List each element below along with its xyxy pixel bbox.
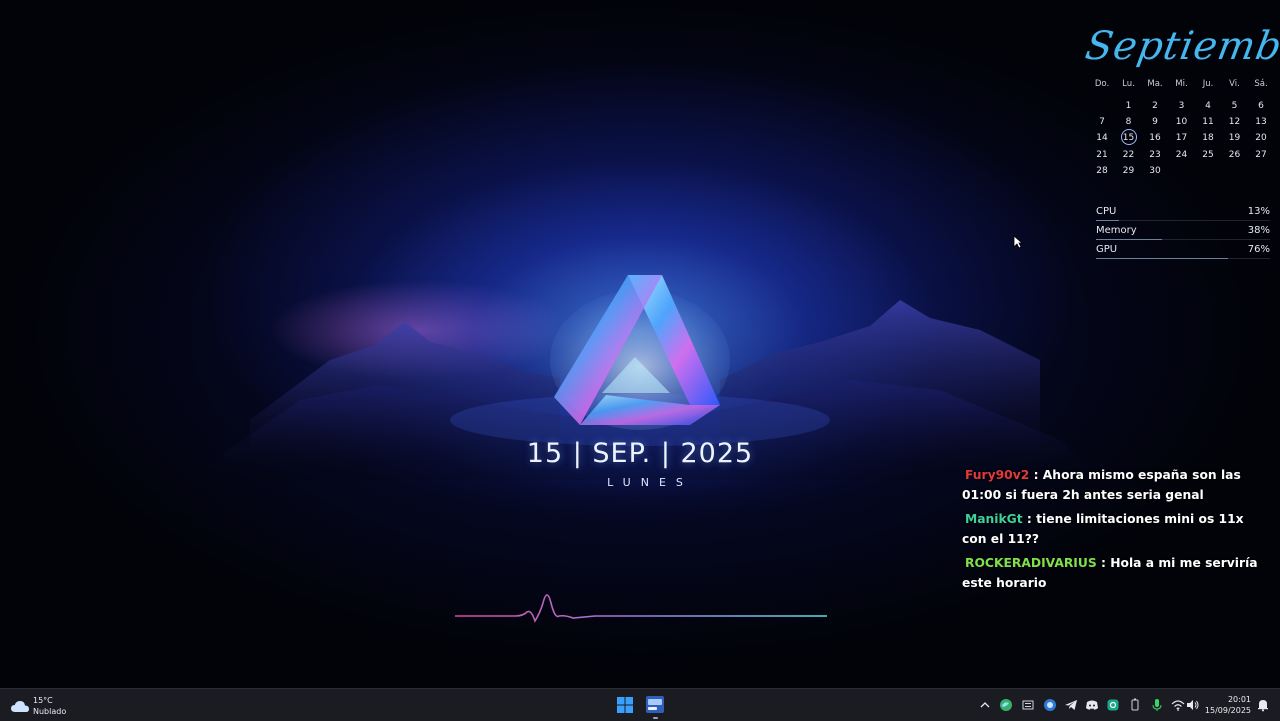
- usb-device-icon[interactable]: [1127, 697, 1143, 713]
- calendar-weekday-header: Mi.: [1175, 79, 1188, 89]
- calendar-day[interactable]: 10: [1170, 117, 1194, 127]
- calendar-day[interactable]: 3: [1170, 101, 1194, 111]
- calendar-day[interactable]: 1: [1117, 101, 1141, 111]
- monitor-label: Memory: [1096, 225, 1137, 236]
- calendar-widget[interactable]: Septiembre Do. Lu. Ma. Mi. Ju. Vi. Sá. 1 2 3 4 5 6 7 8…: [1082, 24, 1280, 184]
- calendar-day[interactable]: 17: [1170, 133, 1194, 143]
- monitor-value: 76%: [1247, 244, 1270, 255]
- calendar-day[interactable]: 16: [1143, 133, 1167, 143]
- calendar-day[interactable]: 7: [1090, 117, 1114, 127]
- weather-description: Nublado: [33, 707, 67, 716]
- monitor-bar-track: [1096, 220, 1270, 221]
- pinned-app-icon[interactable]: [646, 696, 664, 713]
- calendar-day[interactable]: 30: [1143, 166, 1167, 176]
- discord-icon[interactable]: [1084, 697, 1100, 713]
- calendar-day[interactable]: 24: [1170, 150, 1194, 160]
- mouse-cursor-icon: [1013, 235, 1023, 249]
- wifi-icon[interactable]: [1170, 697, 1186, 713]
- chat-username: ManikGt: [965, 512, 1023, 526]
- monitor-value: 38%: [1247, 225, 1270, 236]
- calendar-weekday-header: Do.: [1094, 79, 1110, 89]
- calendar-weekday-header: Sá.: [1254, 79, 1268, 89]
- calendar-day[interactable]: 25: [1196, 150, 1220, 160]
- telegram-icon[interactable]: [1063, 697, 1079, 713]
- monitor-bar-fill: [1096, 258, 1229, 259]
- microphone-icon[interactable]: [1149, 697, 1165, 713]
- monitor-row-memory: Memory 38%: [1096, 225, 1270, 244]
- calendar-day[interactable]: 8: [1117, 117, 1141, 127]
- calendar-weekday-header: Lu.: [1122, 79, 1135, 89]
- desktop[interactable]: 15 | SEP. | 2025 LUNES Septiembre Do. Lu.…: [0, 0, 1280, 688]
- edge-icon[interactable]: [998, 697, 1014, 713]
- running-app-indicator: [653, 717, 658, 719]
- monitor-label: GPU: [1096, 244, 1118, 255]
- calendar-day[interactable]: 27: [1249, 150, 1273, 160]
- monitor-bar-track: [1096, 258, 1270, 259]
- calendar-day[interactable]: 28: [1090, 166, 1114, 176]
- calendar-day[interactable]: 23: [1143, 150, 1167, 160]
- chat-message: ManikGt : tiene limitaciones mini os 11x…: [962, 509, 1262, 549]
- windows-logo-icon[interactable]: [617, 697, 633, 713]
- calendar-day[interactable]: 18: [1196, 133, 1220, 143]
- calendar-day[interactable]: 20: [1249, 133, 1273, 143]
- volume-icon[interactable]: [1185, 697, 1201, 713]
- calendar-day[interactable]: 26: [1223, 150, 1247, 160]
- monitor-bar-fill: [1096, 220, 1119, 221]
- calendar-day-today[interactable]: 15: [1117, 129, 1141, 146]
- chat-username: ROCKERADIVARIUS: [965, 556, 1097, 570]
- monitor-row-gpu: GPU 76%: [1096, 244, 1270, 263]
- chat-message: Fury90v2 : Ahora mismo españa son las 01…: [962, 465, 1262, 505]
- calendar-day[interactable]: 21: [1090, 150, 1114, 160]
- audio-visualizer-wave: [455, 594, 827, 623]
- vpn-icon[interactable]: [1042, 697, 1058, 713]
- system-monitor-widget: CPU 13% Memory 38% GPU 76%: [1096, 206, 1270, 263]
- chat-username: Fury90v2: [965, 468, 1030, 482]
- calendar-day[interactable]: 4: [1196, 101, 1220, 111]
- notification-bell-icon[interactable]: [1256, 698, 1270, 712]
- calendar-weekday-header: Vi.: [1229, 79, 1240, 89]
- calendar-day[interactable]: 2: [1143, 101, 1167, 111]
- calendar-day[interactable]: 11: [1196, 117, 1220, 127]
- taskbar-clock[interactable]: 20:01 15/09/2025: [1203, 694, 1251, 716]
- cloud-icon: [11, 701, 29, 712]
- calendar-month-title: Septiembre: [1082, 24, 1280, 69]
- calendar-day[interactable]: 29: [1117, 166, 1141, 176]
- taskbar: 15°C Nublado 20:01 15/09/2025: [0, 688, 1280, 721]
- calendar-day[interactable]: 14: [1090, 133, 1114, 143]
- calendar-day[interactable]: 19: [1223, 133, 1247, 143]
- calendar-day[interactable]: 6: [1249, 101, 1273, 111]
- clock-date: 15/09/2025: [1204, 706, 1251, 715]
- wallpaper-triangle-logo: [550, 275, 730, 430]
- calendar-day[interactable]: 9: [1143, 117, 1167, 127]
- calendar-weekday-header: Ma.: [1147, 79, 1163, 89]
- monitor-bar-track: [1096, 239, 1270, 240]
- chevron-up-icon[interactable]: [977, 697, 993, 713]
- chat-message: ROCKERADIVARIUS : Hola a mi me serviría …: [962, 553, 1262, 593]
- calendar-day[interactable]: 13: [1249, 117, 1273, 127]
- clock-time: 20:01: [1227, 695, 1251, 704]
- keyboard-layout-icon[interactable]: [1020, 697, 1036, 713]
- calendar-day[interactable]: 5: [1223, 101, 1247, 111]
- app-green-icon[interactable]: [1105, 697, 1121, 713]
- monitor-label: CPU: [1096, 206, 1117, 217]
- calendar-day[interactable]: 12: [1223, 117, 1247, 127]
- monitor-row-cpu: CPU 13%: [1096, 206, 1270, 225]
- calendar-day[interactable]: 22: [1117, 150, 1141, 160]
- chat-overlay: Fury90v2 : Ahora mismo españa son las 01…: [962, 465, 1262, 597]
- weather-temperature: 15°C: [33, 696, 53, 705]
- monitor-bar-fill: [1096, 239, 1163, 240]
- calendar-weekday-header: Ju.: [1202, 79, 1214, 89]
- monitor-value: 13%: [1247, 206, 1270, 217]
